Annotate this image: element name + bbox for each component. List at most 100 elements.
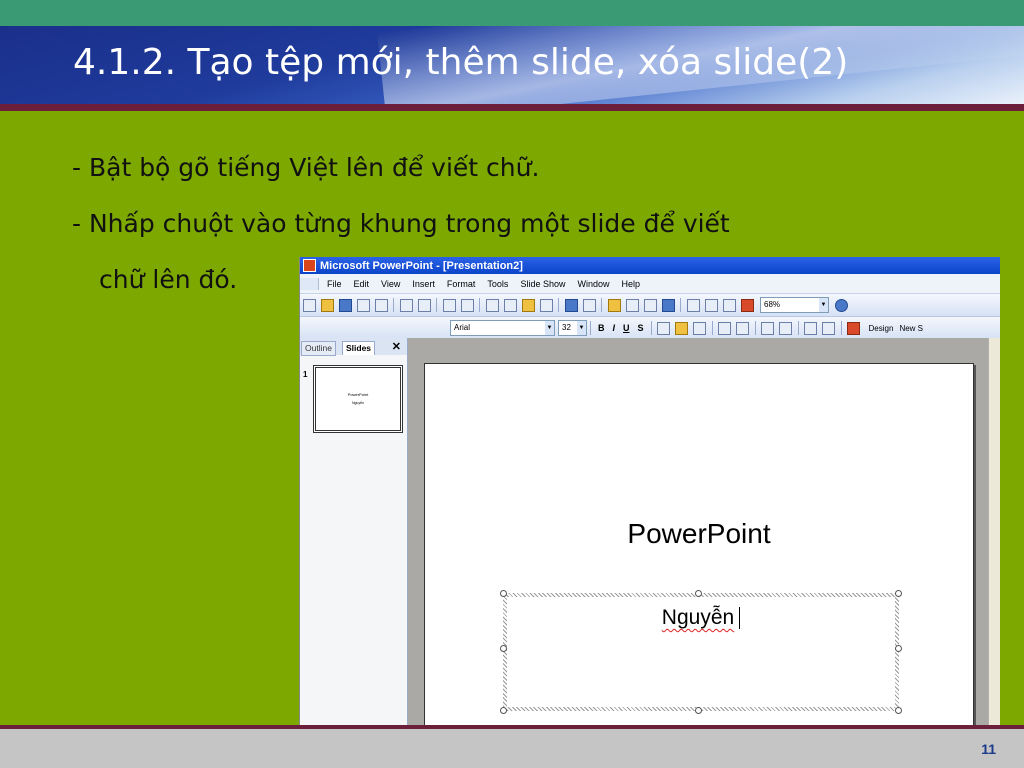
thumbnail-title: PowerPoint [347, 392, 369, 397]
resize-handle[interactable] [500, 645, 507, 652]
slide-footer: 11 [0, 729, 1024, 768]
spelling-icon[interactable] [442, 298, 456, 312]
undo-icon[interactable] [564, 298, 578, 312]
toolbar-separator [650, 321, 652, 335]
slide-title-bar: 4.1.2. Tạo tệp mới, thêm slide, xóa slid… [0, 26, 1024, 104]
ppt-menu-bar: File Edit View Insert Format Tools Slide… [300, 274, 1000, 294]
redo-icon[interactable] [582, 298, 596, 312]
menu-edit[interactable]: Edit [354, 279, 370, 289]
font-size-dropdown[interactable]: 32 ▼ [558, 320, 587, 336]
menu-format[interactable]: Format [447, 279, 476, 289]
menu-view[interactable]: View [381, 279, 400, 289]
resize-handle[interactable] [695, 590, 702, 597]
research-icon[interactable] [460, 298, 474, 312]
toolbar-separator [479, 298, 480, 312]
shadow-button[interactable]: S [638, 323, 644, 333]
standard-toolbar: 68% ▼ [300, 294, 1000, 317]
ppt-window-title: Microsoft PowerPoint - [Presentation2] [320, 259, 523, 272]
align-right-icon[interactable] [693, 321, 707, 335]
increase-font-icon[interactable] [761, 321, 775, 335]
zoom-value: 68% [764, 300, 781, 309]
menu-file[interactable]: File [327, 279, 342, 289]
menu-tools[interactable]: Tools [487, 279, 508, 289]
format-painter-icon[interactable] [539, 298, 553, 312]
open-icon[interactable] [320, 298, 334, 312]
ppt-title-bar: Microsoft PowerPoint - [Presentation2] [300, 257, 1000, 274]
thumbnail-number: 1 [303, 370, 308, 379]
page-number: 11 [981, 741, 996, 757]
toolbar-separator [754, 321, 756, 335]
toolbar-separator [680, 298, 681, 312]
toolbar-separator [436, 298, 437, 312]
align-center-icon[interactable] [675, 321, 689, 335]
menu-insert[interactable]: Insert [412, 279, 435, 289]
typed-text: Nguyễn [661, 606, 735, 629]
bullets-icon[interactable] [736, 321, 750, 335]
decrease-font-icon[interactable] [779, 321, 793, 335]
vertical-scrollbar[interactable] [988, 338, 1000, 725]
bold-button[interactable]: B [598, 323, 605, 333]
menu-window[interactable]: Window [577, 279, 609, 289]
resize-handle[interactable] [895, 590, 902, 597]
slide-heading: PowerPoint [627, 518, 771, 549]
resize-handle[interactable] [895, 707, 902, 714]
text-caret [739, 607, 741, 630]
thumbnail-subtitle: Nguyễn [351, 401, 365, 405]
toolbar-separator [558, 298, 559, 312]
tab-outline[interactable]: Outline [301, 341, 336, 356]
cut-icon[interactable] [485, 298, 499, 312]
design-button[interactable]: Design [869, 324, 894, 333]
expand-all-icon[interactable] [686, 298, 700, 312]
italic-button[interactable]: I [613, 323, 616, 333]
toolbar-separator [711, 321, 713, 335]
resize-handle[interactable] [695, 707, 702, 714]
font-color-icon[interactable] [847, 321, 861, 335]
toolbar-separator [840, 321, 842, 335]
save-icon[interactable] [338, 298, 352, 312]
pane-tabs: Outline Slides ✕ [300, 338, 407, 356]
toolbar-separator [797, 321, 799, 335]
new-slide-button[interactable]: New S [899, 324, 923, 333]
resize-handle[interactable] [500, 707, 507, 714]
help-icon[interactable] [835, 298, 848, 312]
menu-slide-show[interactable]: Slide Show [520, 279, 565, 289]
bullet-1: - Bật bộ gõ tiếng Việt lên để viết chữ. [72, 153, 540, 182]
print-icon[interactable] [399, 298, 413, 312]
permission-icon[interactable] [356, 298, 370, 312]
formatting-toolbar: Arial ▼ 32 ▼ B I U S Design New S [300, 317, 1000, 340]
menu-help[interactable]: Help [621, 279, 640, 289]
numbering-icon[interactable] [718, 321, 732, 335]
copy-icon[interactable] [503, 298, 517, 312]
insert-chart-icon[interactable] [607, 298, 621, 312]
increase-indent-icon[interactable] [822, 321, 836, 335]
insert-picture-icon[interactable] [643, 298, 657, 312]
subtitle-placeholder[interactable]: Nguyễn [500, 590, 902, 714]
print-preview-icon[interactable] [417, 298, 431, 312]
decrease-indent-icon[interactable] [804, 321, 818, 335]
chevron-down-icon: ▼ [545, 321, 554, 335]
align-left-icon[interactable] [657, 321, 671, 335]
slide-thumbnail[interactable]: PowerPoint Nguyễn [313, 365, 403, 433]
slide-title: 4.1.2. Tạo tệp mới, thêm slide, xóa slid… [73, 42, 849, 83]
hyperlink-icon[interactable] [661, 298, 675, 312]
color-grayscale-icon[interactable] [740, 298, 754, 312]
bullet-2: - Nhấp chuột vào từng khung trong một sl… [72, 209, 730, 238]
paste-icon[interactable] [521, 298, 535, 312]
top-strip [0, 0, 1024, 26]
chevron-down-icon: ▼ [577, 321, 586, 335]
new-icon[interactable] [302, 298, 316, 312]
email-icon[interactable] [374, 298, 388, 312]
slide-canvas[interactable]: PowerPoint Nguyễn [424, 363, 974, 725]
font-value: Arial [454, 323, 471, 332]
zoom-dropdown[interactable]: 68% ▼ [760, 297, 829, 313]
font-dropdown[interactable]: Arial ▼ [450, 320, 555, 336]
resize-handle[interactable] [895, 645, 902, 652]
grid-icon[interactable] [722, 298, 736, 312]
tab-slides[interactable]: Slides [342, 341, 376, 355]
close-icon[interactable]: ✕ [392, 340, 401, 353]
show-formatting-icon[interactable] [704, 298, 718, 312]
resize-handle[interactable] [500, 590, 507, 597]
underline-button[interactable]: U [623, 323, 630, 333]
powerpoint-app-icon [303, 259, 316, 272]
insert-table-icon[interactable] [625, 298, 639, 312]
